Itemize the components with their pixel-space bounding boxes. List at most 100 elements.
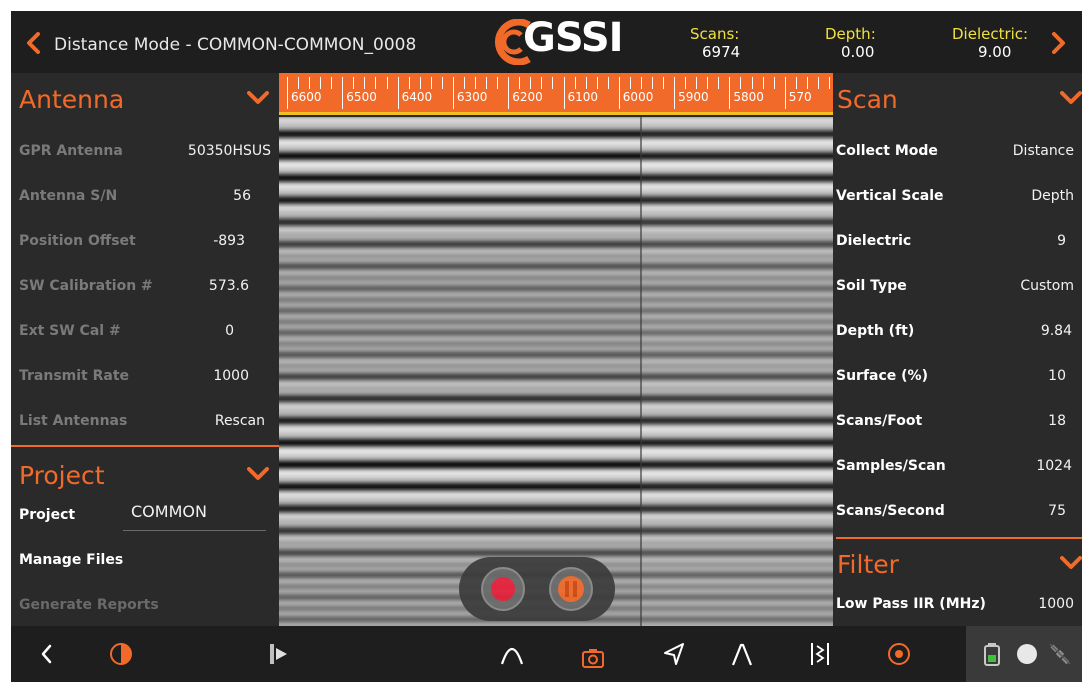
- project-section-header[interactable]: Project: [11, 451, 279, 495]
- ruler-minor-tick: [574, 77, 576, 89]
- antenna-row[interactable]: Antenna S/N 56: [11, 175, 279, 219]
- forward-chevron-icon[interactable]: [1051, 32, 1067, 54]
- antenna-row[interactable]: Position Offset -893: [11, 220, 279, 264]
- scan-row[interactable]: Vertical Scale Depth: [833, 175, 1082, 219]
- project-label: Project: [19, 507, 76, 523]
- project-row: Project COMMON: [11, 493, 279, 537]
- record-icon: [491, 577, 515, 601]
- split-icon[interactable]: [806, 640, 834, 668]
- ruler-major-tick: [729, 77, 731, 109]
- scan-row[interactable]: Depth (ft) 9.84: [833, 310, 1082, 354]
- antenna-row[interactable]: GPR Antenna 50350HSUS: [11, 130, 279, 174]
- radargram-view[interactable]: 6600 6500 6400 6300 6200 6100 6000 5900 5800 570: [279, 73, 833, 626]
- hyperbola-icon[interactable]: [498, 640, 526, 668]
- ruler-major-tick: [287, 77, 288, 109]
- row-value: 9: [1057, 233, 1066, 249]
- scans-label: Scans:: [690, 25, 740, 43]
- ruler-minor-tick: [331, 77, 333, 89]
- bscan-segment-shade: [641, 117, 833, 626]
- chevron-down-icon[interactable]: [247, 467, 269, 481]
- filter-row[interactable]: Low Pass IIR (MHz) 1000: [833, 583, 1082, 627]
- section-divider: [836, 537, 1082, 539]
- scan-row[interactable]: Scans/Second 75: [833, 490, 1082, 534]
- bscan-image[interactable]: [279, 117, 833, 626]
- peak-icon[interactable]: [728, 640, 756, 668]
- rescan-button[interactable]: Rescan: [215, 413, 265, 429]
- scans-value: 6974: [702, 43, 741, 61]
- right-panel: Scan Collect Mode Distance Vertical Scal…: [833, 73, 1082, 626]
- depth-label: Depth:: [825, 25, 876, 43]
- ruler-major-tick: [452, 77, 454, 109]
- row-value: 9.84: [1040, 323, 1072, 339]
- row-value: 18: [1048, 413, 1066, 429]
- ruler-minor-tick: [386, 77, 388, 89]
- ruler-label: 6000: [622, 90, 654, 104]
- ruler-minor-tick: [596, 77, 598, 89]
- camera-icon[interactable]: [579, 644, 607, 672]
- row-key: Position Offset: [19, 233, 136, 249]
- pause-button[interactable]: [549, 567, 593, 611]
- distance-ruler: 6600 6500 6400 6300 6200 6100 6000 5900 5800 570: [279, 73, 833, 114]
- ruler-minor-tick: [364, 77, 366, 89]
- dielectric-label: Dielectric:: [952, 25, 1029, 43]
- scan-row[interactable]: Samples/Scan 1024: [833, 445, 1082, 489]
- ruler-minor-tick: [486, 77, 488, 89]
- contrast-icon[interactable]: [107, 640, 135, 668]
- gssi-logo: GSSI: [493, 15, 633, 65]
- filter-section-header[interactable]: Filter: [833, 540, 1082, 584]
- pause-icon: [558, 576, 584, 602]
- battery-icon: [984, 643, 1000, 666]
- back-chevron-icon[interactable]: [25, 32, 41, 54]
- ruler-minor-tick: [530, 77, 532, 89]
- satellite-icon: [1049, 643, 1071, 665]
- ruler-minor-tick: [762, 77, 764, 89]
- manage-files-link[interactable]: Manage Files: [19, 552, 123, 568]
- generate-reports-row[interactable]: Generate Reports: [11, 584, 279, 628]
- antenna-row[interactable]: Ext SW Cal # 0: [11, 310, 279, 354]
- chevron-down-icon[interactable]: [247, 91, 269, 105]
- logo-text: GSSI: [523, 15, 624, 61]
- mark-start-icon[interactable]: [265, 640, 293, 668]
- scan-row[interactable]: Scans/Foot 18: [833, 400, 1082, 444]
- ruler-minor-tick: [751, 77, 753, 89]
- depth-stat: Depth: 0.00: [825, 25, 876, 61]
- scan-section-header[interactable]: Scan: [833, 75, 1082, 119]
- project-input[interactable]: COMMON: [123, 499, 266, 531]
- row-key: Samples/Scan: [836, 458, 946, 474]
- ruler-minor-tick: [773, 77, 775, 89]
- dielectric-value: 9.00: [978, 43, 1012, 61]
- manage-files-row[interactable]: Manage Files: [11, 539, 279, 583]
- antenna-section-header[interactable]: Antenna: [11, 75, 279, 119]
- target-icon[interactable]: [885, 640, 913, 668]
- antenna-row[interactable]: Transmit Rate 1000: [11, 355, 279, 399]
- navigate-icon[interactable]: [660, 640, 688, 668]
- ruler-minor-tick: [463, 77, 465, 89]
- row-key: Soil Type: [836, 278, 907, 294]
- scan-row[interactable]: Surface (%) 10: [833, 355, 1082, 399]
- chevron-down-icon[interactable]: [1060, 556, 1082, 570]
- depth-value: 0.00: [841, 43, 875, 61]
- ruler-label: 5800: [733, 90, 764, 104]
- row-value: 75: [1048, 503, 1066, 519]
- ruler-minor-tick: [718, 77, 720, 89]
- row-value: 573.6: [208, 278, 249, 294]
- antenna-row[interactable]: List Antennas Rescan: [11, 400, 279, 444]
- scan-row[interactable]: Dielectric 9: [833, 220, 1082, 264]
- antenna-row[interactable]: SW Calibration # 573.6: [11, 265, 279, 309]
- chevron-down-icon[interactable]: [1060, 91, 1082, 105]
- scans-stat: Scans: 6974: [690, 25, 740, 61]
- ruler-minor-tick: [707, 77, 709, 89]
- scan-title: Scan: [837, 85, 898, 114]
- scan-row[interactable]: Soil Type Custom: [833, 265, 1082, 309]
- ruler-minor-tick: [353, 77, 355, 89]
- back-icon[interactable]: [33, 640, 61, 668]
- left-panel: Antenna GPR Antenna 50350HSUS Antenna S/…: [11, 73, 279, 626]
- ruler-minor-tick: [795, 77, 797, 89]
- status-tray: [966, 626, 1082, 682]
- ruler-major-tick: [784, 77, 786, 109]
- generate-reports-link[interactable]: Generate Reports: [19, 597, 159, 613]
- ruler-major-tick: [563, 77, 565, 109]
- row-key: Low Pass IIR (MHz): [836, 596, 986, 612]
- record-button[interactable]: [481, 567, 525, 611]
- scan-row[interactable]: Collect Mode Distance: [833, 130, 1082, 174]
